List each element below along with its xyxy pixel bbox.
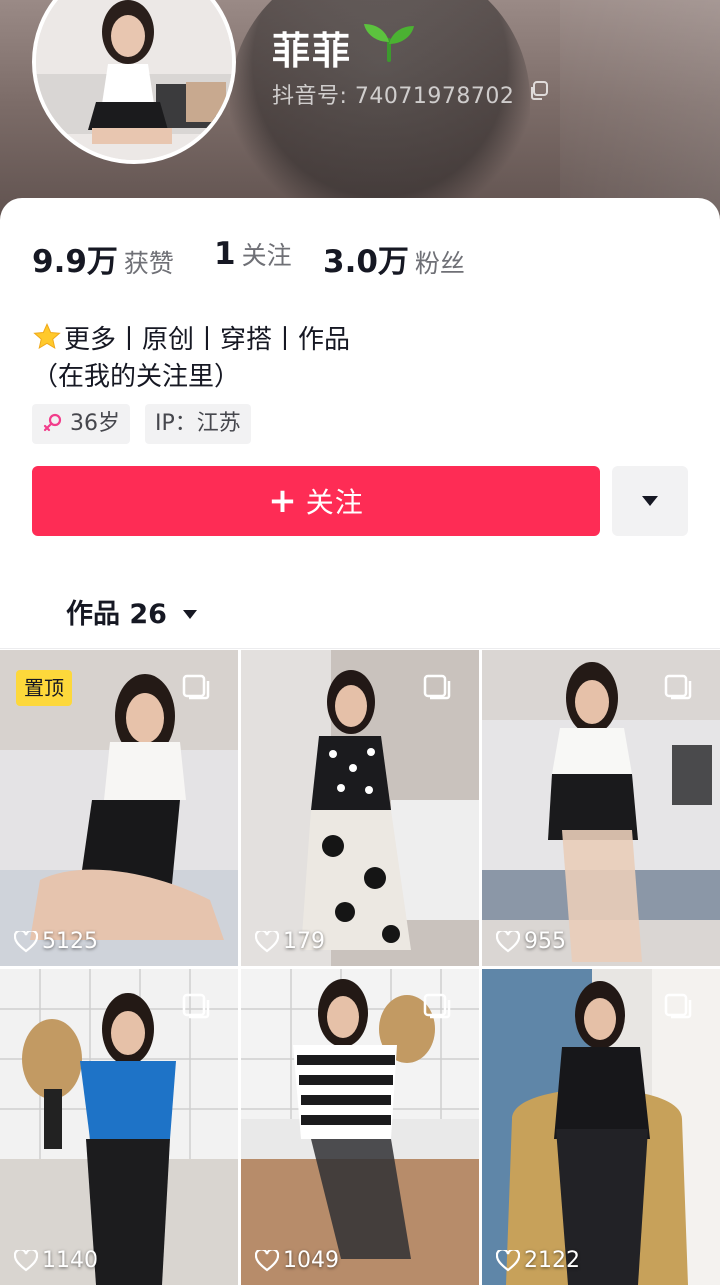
stat-followers-label: 粉丝: [414, 249, 465, 278]
bio-line-1: 更多丨原创丨穿搭丨作品: [32, 322, 350, 359]
multi-image-icon: [182, 674, 210, 700]
stat-followers-value: 3.0万: [323, 244, 409, 280]
multi-image-icon: [182, 993, 210, 1019]
tab-divider: [0, 648, 720, 649]
multi-image-icon: [664, 993, 692, 1019]
sprout-icon: [364, 24, 414, 62]
video-likes-count: 5125: [42, 929, 98, 954]
profile-header: 菲菲 抖音号: 74071978702: [0, 0, 720, 230]
video-likes: 2122: [496, 1248, 580, 1273]
video-thumbnail[interactable]: 179: [241, 650, 479, 966]
video-likes-count: 955: [524, 929, 566, 954]
profile-nickname: 菲菲: [272, 29, 353, 73]
video-likes: 5125: [14, 929, 98, 954]
star-icon: [33, 323, 61, 350]
tag-ip: IP：江苏: [145, 404, 251, 444]
video-thumbnail[interactable]: 2122: [482, 969, 720, 1285]
video-likes: 179: [255, 929, 325, 954]
caret-down-icon: [183, 610, 198, 619]
profile-bio: 更多丨原创丨穿搭丨作品 （在我的关注里）: [32, 322, 350, 396]
heart-icon: [14, 1249, 38, 1271]
follow-button[interactable]: + 关注: [32, 466, 600, 536]
plus-icon: +: [268, 481, 298, 521]
stat-following[interactable]: 1 关注: [214, 236, 292, 272]
caret-down-icon: [642, 496, 658, 506]
heart-icon: [496, 1249, 520, 1271]
video-likes: 955: [496, 929, 566, 954]
stat-likes-label: 获赞: [123, 249, 174, 278]
more-options-button[interactable]: [612, 466, 688, 536]
tab-works[interactable]: 作品 26: [66, 592, 198, 631]
heart-icon: [496, 930, 520, 952]
multi-image-icon: [664, 674, 692, 700]
video-likes: 1140: [14, 1248, 98, 1273]
heart-icon: [255, 930, 279, 952]
multi-image-icon: [423, 674, 451, 700]
video-likes-count: 1140: [42, 1248, 98, 1273]
video-thumbnail[interactable]: 1049: [241, 969, 479, 1285]
video-likes-count: 1049: [283, 1248, 339, 1273]
bio-line-2: （在我的关注里）: [32, 362, 241, 392]
stat-likes[interactable]: 9.9万 获赞: [32, 236, 174, 281]
stat-likes-value: 9.9万: [32, 244, 118, 280]
video-thumbnail[interactable]: 955: [482, 650, 720, 966]
pinned-badge: 置顶: [16, 670, 72, 706]
multi-image-icon: [423, 993, 451, 1019]
account-id: 抖音号: 74071978702: [272, 84, 515, 109]
stat-followers[interactable]: 3.0万 粉丝: [323, 236, 465, 281]
header-background-panel: [560, 0, 720, 230]
stat-following-value: 1: [214, 236, 236, 272]
follow-button-label: 关注: [305, 486, 364, 519]
heart-icon: [255, 1249, 279, 1271]
video-likes-count: 179: [283, 929, 325, 954]
stat-following-label: 关注: [241, 241, 292, 270]
video-thumbnail[interactable]: 1140: [0, 969, 238, 1285]
avatar[interactable]: [32, 0, 236, 164]
tag-ip-text: IP：江苏: [155, 411, 241, 436]
profile-card: 9.9万 获赞 1 关注 3.0万 粉丝 更多丨原创丨穿搭丨作品 （在我的关注里） 3…: [0, 198, 720, 1285]
female-icon: [43, 413, 62, 432]
heart-icon: [14, 930, 38, 952]
tag-age: 36岁: [32, 404, 130, 444]
tab-works-label: 作品 26: [66, 599, 167, 630]
bio-line-1-text: 更多丨原创丨穿搭丨作品: [64, 325, 351, 355]
video-likes: 1049: [255, 1248, 339, 1273]
copy-icon[interactable]: [528, 80, 550, 102]
video-likes-count: 2122: [524, 1248, 580, 1273]
video-thumbnail[interactable]: 置顶 5125: [0, 650, 238, 966]
tag-age-text: 36岁: [70, 411, 120, 436]
